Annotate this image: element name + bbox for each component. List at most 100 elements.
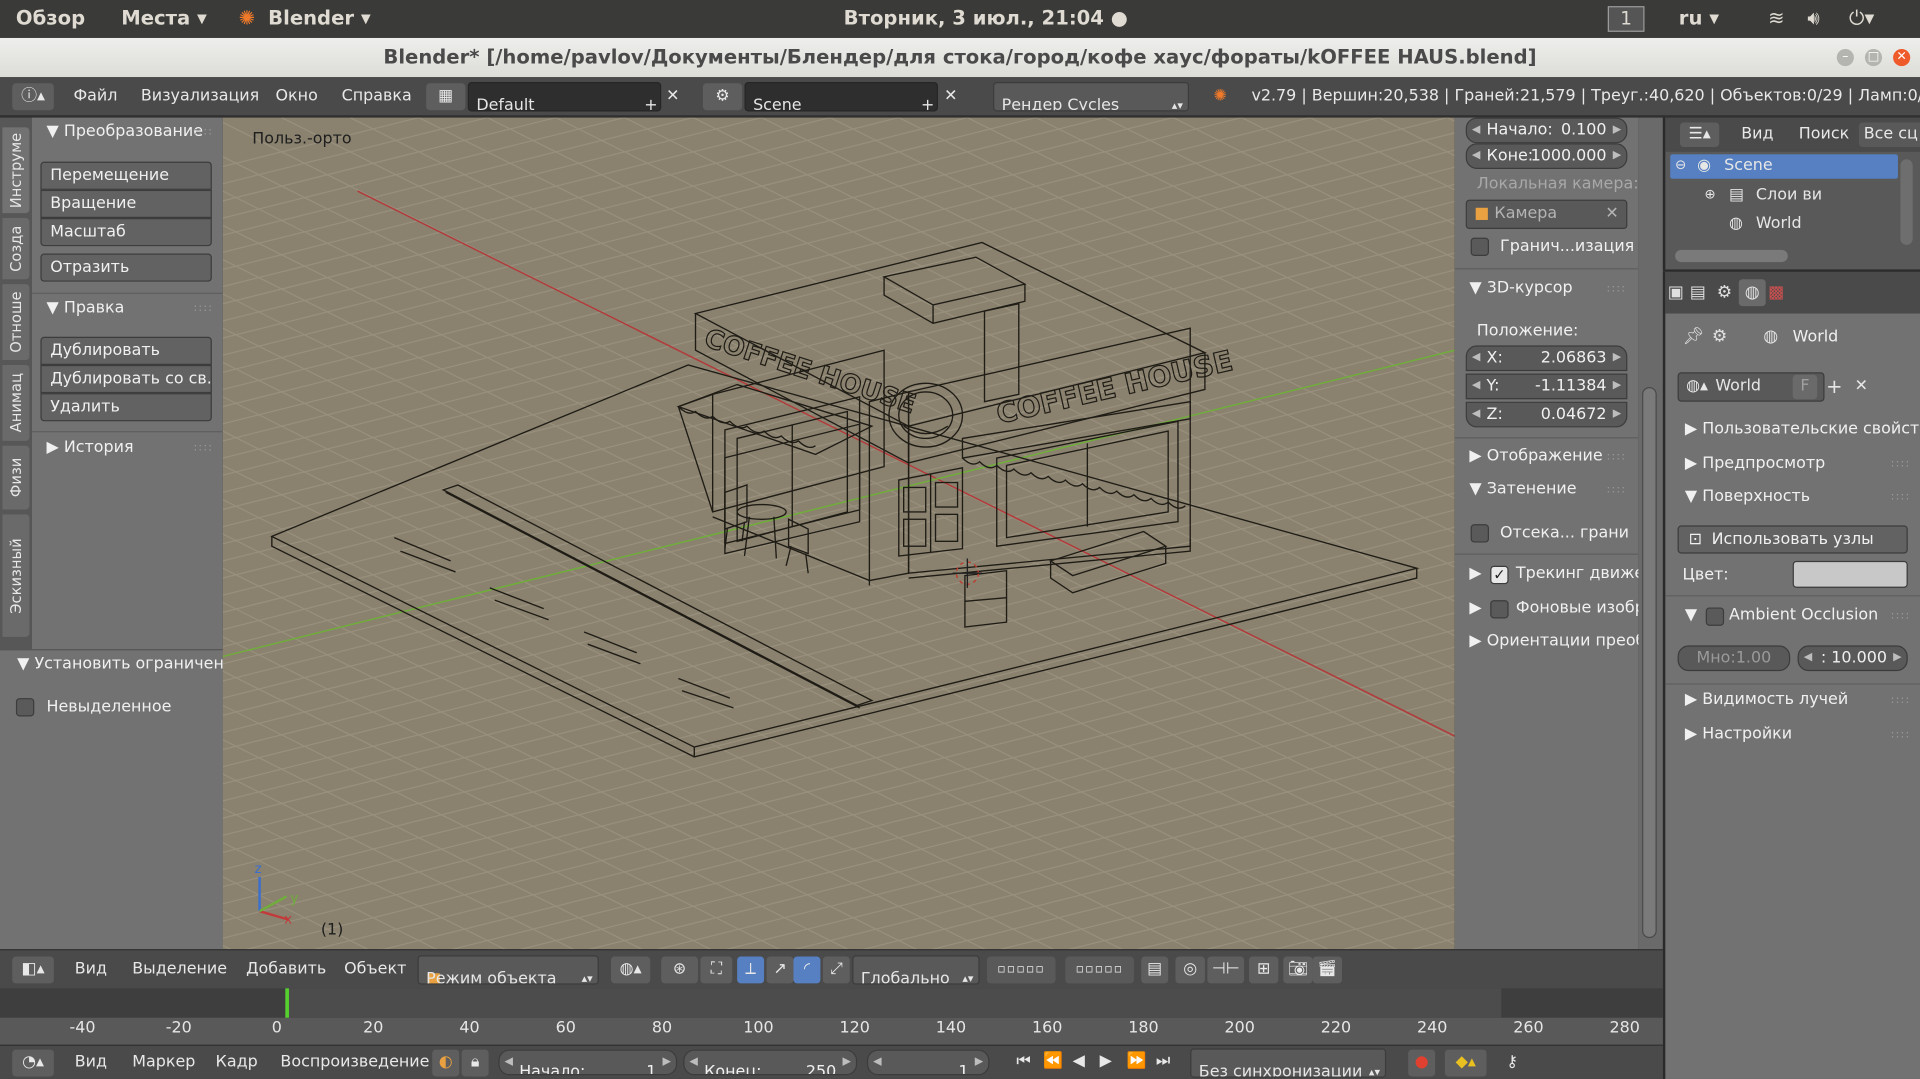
panel-grip[interactable]: :::: <box>1891 694 1911 706</box>
outliner-editor-icon[interactable]: ☰▴ <box>1680 122 1720 147</box>
snap-element-icon[interactable]: ⊣⊢ <box>1207 956 1245 984</box>
start-frame-field[interactable]: ◀ Начало: 1 ▶ <box>498 1049 678 1076</box>
panel-transform-orientations-header[interactable]: ▶ Ориентации преобр <box>1469 632 1655 650</box>
panel-custom-props-header[interactable]: ▶ Пользовательские свойства <box>1685 420 1920 438</box>
app-menu[interactable]: Blender ▾ <box>268 6 371 29</box>
places-menu[interactable]: Места ▾ <box>121 6 207 29</box>
keyframe-icon[interactable]: ⚷ <box>1499 1050 1526 1077</box>
render-layers-tab-icon[interactable]: ▤ <box>1690 283 1706 303</box>
panel-grip[interactable]: :::: <box>193 126 213 138</box>
current-frame-field[interactable]: ◀ 1 ▶ <box>866 1049 990 1076</box>
border-render-checkbox[interactable] <box>1470 237 1489 256</box>
panel-history-header[interactable]: ▶ История <box>47 438 134 456</box>
volume-icon[interactable]: 🔊︎ <box>1807 6 1819 30</box>
tab-animation[interactable]: Анимац <box>2 364 30 441</box>
scene-field[interactable]: Scene + <box>744 82 938 112</box>
clear-camera-icon[interactable]: ✕ <box>1605 201 1618 228</box>
panel-grip[interactable]: :::: <box>1891 458 1911 470</box>
screen-layout-field[interactable]: Default + <box>467 82 662 112</box>
sync-mode-select[interactable]: Без синхронизации ▴▾ <box>1190 1048 1387 1078</box>
scene-tab-icon[interactable]: ⚙ <box>1717 283 1732 303</box>
backface-culling-checkbox[interactable] <box>1470 524 1489 543</box>
timeline-menu-marker[interactable]: Маркер <box>132 1053 195 1071</box>
add-layout-icon[interactable]: + <box>644 93 657 110</box>
outliner-view-menu[interactable]: Вид <box>1741 125 1773 143</box>
unlink-world-icon[interactable]: ✕ <box>1849 375 1873 399</box>
panel-transform-header[interactable]: ▼ Преобразование <box>47 122 203 140</box>
cursor-y-field[interactable]: ◀ Y: -1.11384 ▶ <box>1465 373 1628 400</box>
opengl-animation-icon[interactable]: 🎬︎ <box>1312 956 1343 984</box>
panel-display-header[interactable]: ▶ Отображение <box>1469 447 1602 465</box>
jump-start-icon[interactable]: ⏮ <box>1016 1052 1030 1070</box>
panel-grip[interactable]: :::: <box>193 442 213 454</box>
3d-view-editor-icon[interactable]: ◧▴ <box>12 956 54 984</box>
screen-layout-icon[interactable]: ▦ <box>426 83 466 111</box>
manipulator-icon[interactable]: ⛶ <box>700 956 733 984</box>
delete-button[interactable]: Удалить <box>40 393 212 422</box>
panel-surface-header[interactable]: ▼ Поверхность <box>1685 487 1810 505</box>
texture-tab-icon[interactable]: ▩ <box>1768 283 1784 303</box>
keyboard-layout[interactable]: ru ▾ <box>1679 6 1719 29</box>
translate-button[interactable]: Перемещение <box>40 161 212 190</box>
play-reverse-icon[interactable]: ◀ <box>1073 1052 1085 1070</box>
interaction-mode-select[interactable]: ■ Режим объекта ▴▾ <box>417 955 599 985</box>
outliner-search-menu[interactable]: Поиск <box>1799 125 1849 143</box>
panel-shading-header[interactable]: ▼ Затенение <box>1469 480 1576 498</box>
menu-render[interactable]: Визуализация <box>141 87 259 105</box>
operator-title[interactable]: ▼ Установить ограничение <box>17 655 244 673</box>
ao-factor-field[interactable]: Мно:1.00 <box>1677 645 1791 672</box>
pivot-point-icon[interactable]: ⊛ <box>661 956 698 984</box>
panel-grip[interactable]: :::: <box>1607 283 1627 295</box>
world-color-swatch[interactable] <box>1792 560 1908 588</box>
current-frame-marker[interactable] <box>285 988 289 1018</box>
viewport-shading-icon[interactable]: ◍▴ <box>611 956 651 984</box>
panel-edit-header[interactable]: ▼ Правка <box>47 299 125 317</box>
outliner-row-world[interactable]: ◍ World <box>1670 212 1898 236</box>
panel-grip[interactable]: :::: <box>1607 484 1627 496</box>
jump-keyframe-back-icon[interactable]: ⏪ <box>1043 1052 1063 1070</box>
ao-checkbox[interactable] <box>1705 607 1725 626</box>
add-scene-icon[interactable]: + <box>921 93 934 110</box>
mirror-button[interactable]: Отразить <box>40 253 212 282</box>
duplicate-linked-button[interactable]: Дублировать со св... <box>40 364 212 394</box>
move-manipulator-icon[interactable]: ↗ <box>766 956 794 984</box>
timeline-menu-playback[interactable]: Воспроизведение <box>280 1053 429 1071</box>
transform-orientation-select[interactable]: Глобально ▴▾ <box>852 955 980 985</box>
outliner-h-scrollbar[interactable] <box>1675 249 1788 263</box>
minimize-icon[interactable]: – <box>1836 48 1854 67</box>
outliner-row-scene[interactable]: ⊖ ◉ Scene <box>1670 154 1898 179</box>
world-datablock-icon[interactable]: ◍▴ <box>1686 377 1708 395</box>
background-images-checkbox[interactable] <box>1490 600 1509 619</box>
panel-ray-visibility-header[interactable]: ▶ Видимость лучей <box>1685 691 1848 709</box>
pin-icon[interactable]: 📌︎ <box>1682 327 1704 347</box>
panel-grip[interactable]: :::: <box>1891 610 1911 622</box>
clip-end-field[interactable]: ◀ Коне: 1000.000 ▶ <box>1465 143 1628 170</box>
menu-view[interactable]: Вид <box>75 960 107 978</box>
render-engine-select[interactable]: Рендер Cycles ▴▾ <box>993 82 1189 112</box>
activities-button[interactable]: Обзор <box>16 6 85 29</box>
workspace-indicator[interactable]: 1 <box>1607 6 1645 32</box>
timeline-editor-icon[interactable]: ◔▴ <box>12 1049 54 1077</box>
scene-icon[interactable]: ⚙ <box>702 83 743 111</box>
scale-button[interactable]: Масштаб <box>40 217 212 247</box>
remove-layout-icon[interactable]: ✕ <box>666 87 679 105</box>
cursor-x-field[interactable]: ◀ X: 2.06863 ▶ <box>1465 345 1628 372</box>
ao-distance-field[interactable]: ◀: 10.000 ▶ <box>1797 645 1908 672</box>
translate-manipulator-icon[interactable]: ⟂ <box>737 956 765 984</box>
panel-settings-header[interactable]: ▶ Настройки <box>1685 725 1792 743</box>
duplicate-button[interactable]: Дублировать <box>40 336 212 365</box>
lock-range-icon[interactable]: 🔒︎ <box>461 1049 489 1077</box>
use-nodes-button[interactable]: ⊡ Использовать узлы <box>1677 525 1908 554</box>
rotate-button[interactable]: Вращение <box>40 189 212 218</box>
viewport-scrollbar[interactable] <box>1642 387 1657 939</box>
panel-preview-header[interactable]: ▶ Предпросмотр <box>1685 454 1825 472</box>
clip-start-field[interactable]: ◀ Начало: 0.100 ▶ <box>1465 117 1628 144</box>
close-icon[interactable]: ✕ <box>1893 48 1911 67</box>
menu-window[interactable]: Окно <box>276 87 318 105</box>
panel-grip[interactable]: :::: <box>1891 491 1911 503</box>
menu-help[interactable]: Справка <box>342 87 412 105</box>
lock-layers-icon[interactable]: ▤ <box>1141 956 1169 984</box>
info-editor-icon[interactable]: ⓘ▴ <box>12 83 54 111</box>
panel-grip[interactable]: :::: <box>1607 451 1627 463</box>
panel-3d-cursor-header[interactable]: ▼ 3D-курсор <box>1469 279 1572 297</box>
